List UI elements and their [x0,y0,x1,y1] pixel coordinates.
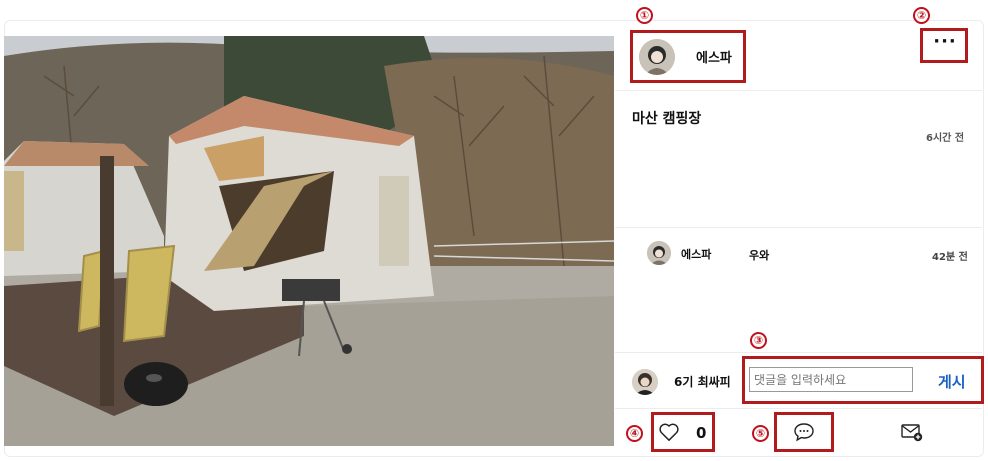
annotation-number-5: ⑤ [752,425,769,442]
comment-time: 42분 전 [932,252,968,263]
post-time: 6시간 전 [926,133,965,144]
annotation-number-4: ④ [626,425,643,442]
composer-divider [615,408,982,409]
annotation-box-4 [651,412,715,452]
annotation-box-1 [630,30,746,83]
comment-avatar[interactable] [647,241,671,265]
mail-add-icon [901,424,923,442]
caption-divider [615,227,982,228]
post-image [4,36,614,446]
annotation-number-3: ③ [750,332,767,349]
annotation-box-5 [774,412,834,452]
annotation-number-1: ① [636,7,653,24]
current-user-avatar [632,369,658,395]
header-divider [615,90,982,91]
post-caption: 마산 캠핑장 [632,111,702,127]
annotation-number-2: ② [913,7,930,24]
comment-author[interactable]: 에스파 [681,246,711,262]
share-button[interactable] [900,421,924,443]
annotation-box-3 [742,356,984,404]
annotation-box-2 [920,28,968,63]
comments-divider [615,352,982,353]
camping-photo [4,36,614,446]
comment-text: 우와 [749,249,770,262]
current-user-name: 6기 최싸피 [674,375,731,389]
